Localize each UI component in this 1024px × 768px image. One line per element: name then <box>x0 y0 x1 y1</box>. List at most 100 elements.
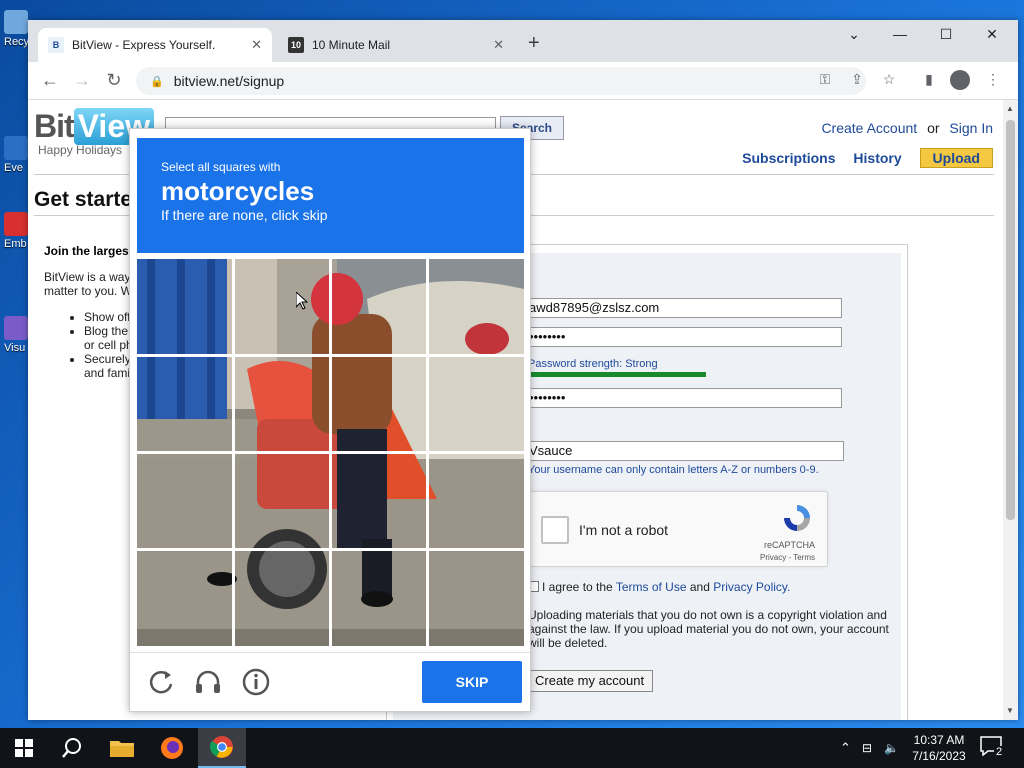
feature-list: Show off Blog theor cell ph Securelyand … <box>84 310 133 380</box>
windows-logo-icon <box>15 739 33 757</box>
grid-tile[interactable] <box>331 550 427 646</box>
subscriptions-link[interactable]: Subscriptions <box>742 150 835 166</box>
app-icon <box>4 316 28 340</box>
grid-tile[interactable] <box>137 259 233 355</box>
privacy-policy-link[interactable]: Privacy Policy. <box>713 580 790 594</box>
start-button[interactable] <box>0 728 48 768</box>
recaptcha-widget: I'm not a robot reCAPTCHA Privacy - Term… <box>528 491 828 567</box>
grid-tile[interactable] <box>428 259 524 355</box>
tab-strip: B BitView - Express Yourself. ✕ 10 10 Mi… <box>28 20 1018 62</box>
confirm-password-field[interactable]: •••••••• <box>524 388 842 408</box>
sign-in-link[interactable]: Sign In <box>949 120 993 136</box>
tab-title: BitView - Express Yourself. <box>72 38 216 52</box>
info-icon[interactable] <box>241 667 271 697</box>
back-icon[interactable]: ← <box>38 70 62 91</box>
volume-muted-icon[interactable]: 🔈 <box>884 728 899 768</box>
close-tab-icon[interactable]: ✕ <box>493 37 504 53</box>
profile-avatar-icon[interactable] <box>950 70 970 90</box>
close-tab-icon[interactable]: ✕ <box>251 37 262 53</box>
challenge-skip-hint: If there are none, click skip <box>161 207 328 223</box>
tab-bitview[interactable]: B BitView - Express Yourself. ✕ <box>38 28 272 62</box>
and-text: and <box>689 580 710 594</box>
scrollbar-thumb[interactable] <box>1006 120 1015 520</box>
mail-favicon-icon: 10 <box>288 37 304 53</box>
grid-tile[interactable] <box>234 259 330 355</box>
email-field[interactable]: awd87895@zslsz.com <box>524 298 842 318</box>
url-text: bitview.net/signup <box>173 73 285 89</box>
recaptcha-brand: reCAPTCHA <box>763 540 815 550</box>
app-icon <box>4 136 28 160</box>
grid-tile[interactable] <box>137 453 233 549</box>
grid-tile[interactable] <box>331 259 427 355</box>
maximize-button[interactable]: ☐ <box>926 26 966 43</box>
challenge-instruction: Select all squares with <box>161 160 281 174</box>
create-account-link[interactable]: Create Account <box>821 120 917 136</box>
key-icon[interactable]: ⚿ <box>814 71 836 88</box>
grid-line <box>137 548 524 551</box>
system-clock[interactable]: 10:37 AM 7/16/2023 <box>900 732 978 764</box>
reload-icon[interactable] <box>146 667 176 697</box>
clock-time: 10:37 AM <box>913 733 965 747</box>
taskbar-chrome[interactable] <box>198 728 246 768</box>
recycle-bin-icon <box>4 10 28 34</box>
grid-tile[interactable] <box>137 356 233 452</box>
taskbar-search-button[interactable] <box>48 728 96 768</box>
bookmark-star-icon[interactable]: ☆ <box>878 71 900 88</box>
bitview-favicon-icon: B <box>48 37 64 53</box>
history-link[interactable]: History <box>853 150 901 166</box>
new-tab-button[interactable]: + <box>528 32 540 55</box>
address-bar[interactable]: 🔒 bitview.net/signup <box>136 67 866 95</box>
forward-icon[interactable]: → <box>70 70 94 91</box>
list-item-text: Show off <box>84 310 131 324</box>
tab-search-icon[interactable]: ⌄ <box>834 26 874 43</box>
upload-button[interactable]: Upload <box>919 148 993 168</box>
network-icon[interactable]: ⊟ <box>862 728 872 768</box>
username-hint: Your username can only contain letters A… <box>528 464 819 476</box>
side-panel-icon[interactable]: ▮ <box>918 71 940 88</box>
tab-title: 10 Minute Mail <box>312 38 391 52</box>
grid-tile[interactable] <box>331 453 427 549</box>
close-window-button[interactable]: ✕ <box>972 26 1012 43</box>
copyright-warning: Uploading materials that you do not own … <box>528 608 898 650</box>
recaptcha-label: I'm not a robot <box>579 522 669 538</box>
warning-line: Uploading materials that you do not own … <box>528 608 887 622</box>
divider <box>130 652 530 653</box>
warning-line: will be deleted. <box>528 636 608 650</box>
warning-line: against the law. If you upload material … <box>528 622 889 636</box>
reload-page-icon[interactable]: ↻ <box>102 70 126 91</box>
password-field[interactable]: •••••••• <box>524 327 842 347</box>
grid-tile[interactable] <box>234 356 330 452</box>
grid-tile[interactable] <box>428 453 524 549</box>
list-item: Blog theor cell ph <box>84 324 133 352</box>
grid-tile[interactable] <box>428 550 524 646</box>
minimize-button[interactable]: — <box>880 26 920 42</box>
tab-10-minute-mail[interactable]: 10 10 Minute Mail ✕ <box>278 28 514 62</box>
share-icon[interactable]: ⇪ <box>846 71 868 88</box>
page-scrollbar[interactable]: ▲ ▼ <box>1003 100 1018 720</box>
recaptcha-checkbox[interactable] <box>541 516 569 544</box>
terms-of-use-link[interactable]: Terms of Use <box>616 580 687 594</box>
recaptcha-terms-link[interactable]: Privacy - Terms <box>760 553 815 562</box>
grid-tile[interactable] <box>428 356 524 452</box>
notifications-button[interactable]: 2 <box>980 736 1006 760</box>
audio-icon[interactable] <box>193 667 223 697</box>
grid-line <box>137 354 524 357</box>
taskbar-firefox[interactable] <box>148 728 196 768</box>
create-account-button[interactable]: Create my account <box>526 670 654 692</box>
site-nav: Subscriptions History Upload <box>728 148 993 168</box>
grid-tile[interactable] <box>137 550 233 646</box>
scroll-up-icon[interactable]: ▲ <box>1006 104 1014 113</box>
username-field[interactable]: Vsauce <box>524 441 844 461</box>
browser-toolbar: ← → ↻ 🔒 bitview.net/signup ⚿ ⇪ ☆ ▮ ⋮ <box>28 62 1018 100</box>
scroll-down-icon[interactable]: ▼ <box>1006 706 1014 715</box>
menu-kebab-icon[interactable]: ⋮ <box>982 71 1004 88</box>
mouse-cursor-icon <box>296 292 308 310</box>
grid-tile[interactable] <box>331 356 427 452</box>
taskbar-file-explorer[interactable] <box>98 728 146 768</box>
tray-chevron-up-icon[interactable]: ⌃ <box>840 728 851 768</box>
challenge-header: Select all squares with motorcycles If t… <box>137 138 524 253</box>
grid-tile[interactable] <box>234 453 330 549</box>
skip-button[interactable]: SKIP <box>422 661 522 703</box>
grid-tile[interactable] <box>234 550 330 646</box>
challenge-target: motorcycles <box>161 176 315 206</box>
